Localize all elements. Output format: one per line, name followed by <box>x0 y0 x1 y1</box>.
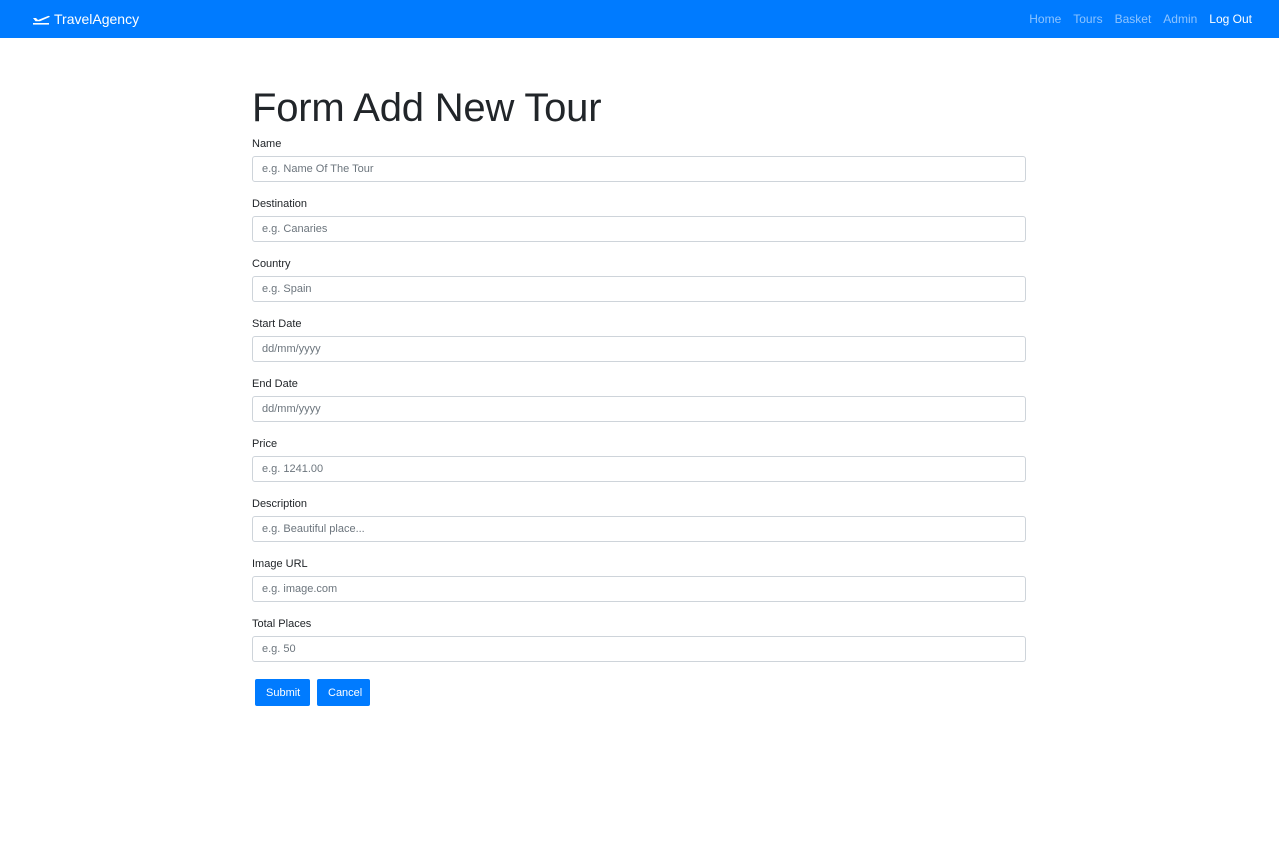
navbar: TravelAgency Home Tours Basket Admin Log… <box>0 0 1279 38</box>
form-group-start-date: Start Date <box>252 316 1026 372</box>
total-places-input[interactable] <box>252 636 1026 662</box>
cancel-button[interactable]: Cancel <box>317 679 370 706</box>
description-input[interactable] <box>252 516 1026 542</box>
page-title: Form Add New Tour <box>252 86 602 130</box>
nav-link-home[interactable]: Home <box>1029 12 1061 26</box>
total-places-label: Total Places <box>252 618 312 630</box>
brand-name: TravelAgency <box>54 11 140 27</box>
nav-link-tours[interactable]: Tours <box>1073 12 1102 26</box>
start-date-label: Start Date <box>252 318 302 330</box>
price-label: Price <box>252 438 278 450</box>
submit-button[interactable]: Submit <box>255 679 310 706</box>
image-url-label: Image URL <box>252 558 308 570</box>
start-date-input[interactable] <box>252 336 1026 362</box>
end-date-label: End Date <box>252 378 298 390</box>
form-actions: Submit Cancel <box>255 679 370 706</box>
description-label: Description <box>252 498 308 510</box>
add-tour-form-container: Form Add New Tour Name Destination Count… <box>252 82 1026 706</box>
form-group-image-url: Image URL <box>252 556 1026 612</box>
form-group-end-date: End Date <box>252 376 1026 432</box>
add-tour-form: Name Destination Country Start Date End … <box>252 136 1026 706</box>
form-group-name: Name <box>252 136 1026 192</box>
brand-link[interactable]: TravelAgency <box>32 0 139 38</box>
nav-links: Home Tours Basket Admin Log Out <box>1029 0 1252 38</box>
name-label: Name <box>252 138 282 150</box>
destination-label: Destination <box>252 198 308 210</box>
nav-link-basket[interactable]: Basket <box>1115 12 1152 26</box>
plane-departure-icon <box>32 12 50 26</box>
nav-link-logout[interactable]: Log Out <box>1209 12 1252 26</box>
form-group-description: Description <box>252 496 1026 552</box>
form-group-destination: Destination <box>252 196 1026 252</box>
form-group-total-places: Total Places <box>252 616 1026 672</box>
price-input[interactable] <box>252 456 1026 482</box>
image-url-input[interactable] <box>252 576 1026 602</box>
destination-input[interactable] <box>252 216 1026 242</box>
nav-link-admin[interactable]: Admin <box>1163 12 1197 26</box>
country-input[interactable] <box>252 276 1026 302</box>
form-group-price: Price <box>252 436 1026 492</box>
form-group-country: Country <box>252 256 1026 312</box>
name-input[interactable] <box>252 156 1026 182</box>
end-date-input[interactable] <box>252 396 1026 422</box>
country-label: Country <box>252 258 291 270</box>
